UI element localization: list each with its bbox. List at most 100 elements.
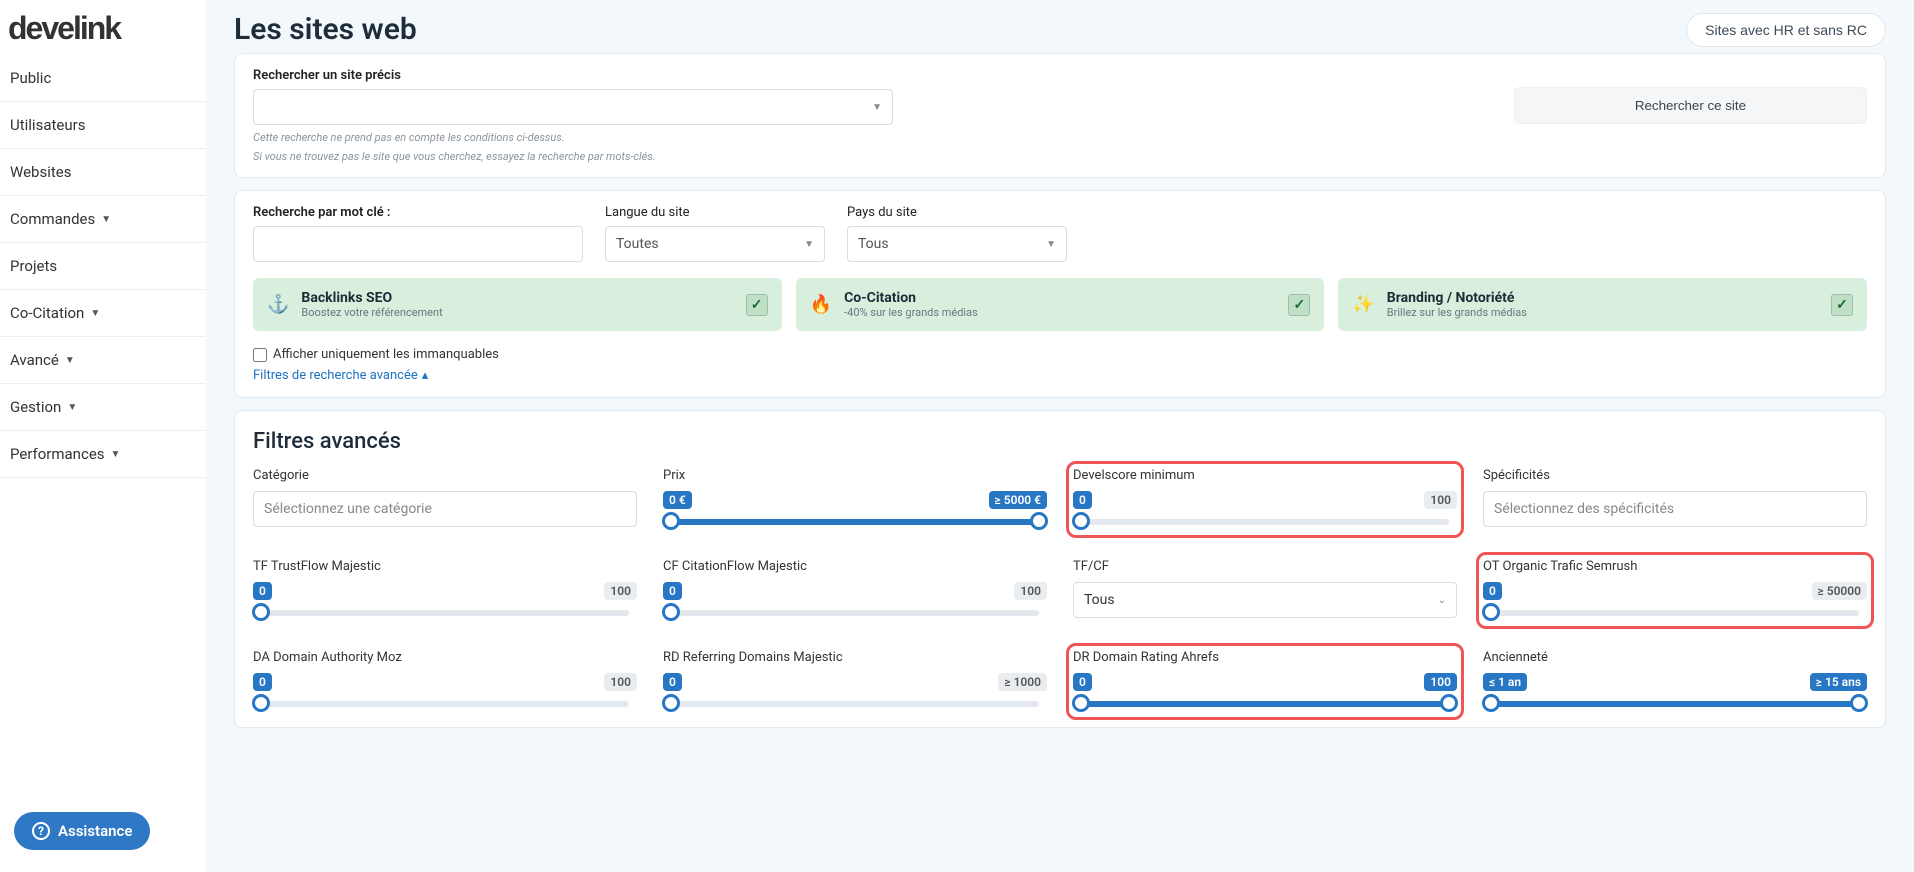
age-slider[interactable] <box>1491 701 1859 707</box>
search-submit-button[interactable]: Rechercher ce site <box>1514 87 1867 124</box>
da-max-badge: 100 <box>604 673 637 691</box>
nav-utilisateurs[interactable]: Utilisateurs <box>0 102 206 149</box>
checkbox-checked-icon[interactable]: ✓ <box>1288 294 1310 316</box>
nav-websites[interactable]: Websites <box>0 149 206 196</box>
keyword-label: Recherche par mot clé : <box>253 205 583 220</box>
nav-label: Co-Citation <box>10 304 84 322</box>
filter-rd: RD Referring Domains Majestic 0 ≥ 1000 <box>663 650 1047 713</box>
filter-ot: OT Organic Trafic Semrush 0 ≥ 50000 <box>1483 559 1867 622</box>
develscore-slider[interactable] <box>1081 519 1449 525</box>
checkbox-checked-icon[interactable]: ✓ <box>746 294 768 316</box>
checkbox-checked-icon[interactable]: ✓ <box>1831 294 1853 316</box>
slider-thumb-max[interactable] <box>1850 694 1868 712</box>
country-select[interactable]: Tous ▼ <box>847 226 1067 262</box>
slider-thumb-min[interactable] <box>1072 694 1090 712</box>
help-icon: ? <box>32 822 50 840</box>
card-branding[interactable]: ✨ Branding / Notoriété Brillez sur les g… <box>1338 278 1867 331</box>
price-max-badge: ≥ 5000 € <box>989 491 1047 509</box>
cf-min-badge: 0 <box>663 582 682 600</box>
develscore-label: Develscore minimum <box>1073 468 1457 483</box>
tf-slider[interactable] <box>261 610 629 616</box>
ot-slider[interactable] <box>1491 610 1859 616</box>
only-unmissable-row[interactable]: Afficher uniquement les immanquables <box>253 347 1867 362</box>
sites-hr-sans-rc-button[interactable]: Sites avec HR et sans RC <box>1686 13 1886 47</box>
da-slider[interactable] <box>261 701 629 707</box>
nav-commandes[interactable]: Commandes▼ <box>0 196 206 243</box>
tf-max-badge: 100 <box>604 582 637 600</box>
category-label: Catégorie <box>253 468 637 483</box>
rd-max-badge: ≥ 1000 <box>998 673 1047 691</box>
slider-thumb[interactable] <box>662 694 680 712</box>
lang-select[interactable]: Toutes ▼ <box>605 226 825 262</box>
specifics-select[interactable]: Sélectionnez des spécificités <box>1483 491 1867 527</box>
filter-tfcf: TF/CF Tous ⌄ <box>1073 559 1457 622</box>
filter-category: Catégorie Sélectionnez une catégorie <box>253 468 637 531</box>
lang-label: Langue du site <box>605 205 825 220</box>
search-label: Rechercher un site précis <box>253 68 1492 83</box>
slider-thumb-min[interactable] <box>662 512 680 530</box>
rd-min-badge: 0 <box>663 673 682 691</box>
cf-slider[interactable] <box>671 610 1039 616</box>
slider-thumb[interactable] <box>252 694 270 712</box>
nav-performances[interactable]: Performances▼ <box>0 431 206 478</box>
search-panel: Rechercher un site précis ▼ Cette recher… <box>234 53 1886 178</box>
category-placeholder: Sélectionnez une catégorie <box>264 501 432 517</box>
lang-value: Toutes <box>616 236 659 252</box>
nav-cocitation[interactable]: Co-Citation▼ <box>0 290 206 337</box>
dr-min-badge: 0 <box>1073 673 1092 691</box>
advanced-filters-toggle[interactable]: Filtres de recherche avancée ▴ <box>253 368 428 383</box>
chevron-up-icon: ▴ <box>422 368 429 383</box>
filter-tf: TF TrustFlow Majestic 0 100 <box>253 559 637 622</box>
rd-label: RD Referring Domains Majestic <box>663 650 1047 665</box>
da-min-badge: 0 <box>253 673 272 691</box>
filter-dr: DR Domain Rating Ahrefs 0 100 <box>1073 650 1457 713</box>
chevron-down-icon: ▼ <box>1046 239 1056 250</box>
logo: develink <box>0 0 206 55</box>
dr-max-badge: 100 <box>1424 673 1457 691</box>
price-slider[interactable] <box>671 519 1039 525</box>
card-backlinks[interactable]: ⚓ Backlinks SEO Boostez votre référencem… <box>253 278 782 331</box>
only-unmissable-checkbox[interactable] <box>253 348 267 362</box>
tfcf-value: Tous <box>1084 592 1115 608</box>
anchor-icon: ⚓ <box>267 294 289 315</box>
card-cocitation[interactable]: 🔥 Co-Citation -40% sur les grands médias… <box>796 278 1325 331</box>
filter-price: Prix 0 € ≥ 5000 € <box>663 468 1047 531</box>
tfcf-select[interactable]: Tous ⌄ <box>1073 582 1457 618</box>
slider-thumb[interactable] <box>1482 603 1500 621</box>
rd-slider[interactable] <box>671 701 1039 707</box>
price-min-badge: 0 € <box>663 491 692 509</box>
develscore-max-badge: 100 <box>1424 491 1457 509</box>
slider-thumb[interactable] <box>1072 512 1090 530</box>
assistance-label: Assistance <box>58 822 132 840</box>
sidebar-nav: Public Utilisateurs Websites Commandes▼ … <box>0 55 206 478</box>
dr-slider[interactable] <box>1081 701 1449 707</box>
category-select[interactable]: Sélectionnez une catégorie <box>253 491 637 527</box>
assistance-button[interactable]: ? Assistance <box>14 812 150 850</box>
slider-thumb[interactable] <box>252 603 270 621</box>
keyword-input[interactable] <box>253 226 583 262</box>
nav-projets[interactable]: Projets <box>0 243 206 290</box>
site-search-select[interactable]: ▼ <box>253 89 893 125</box>
slider-thumb-max[interactable] <box>1440 694 1458 712</box>
advanced-filters-label: Filtres de recherche avancée <box>253 368 418 383</box>
chevron-down-icon: ▼ <box>804 239 814 250</box>
chevron-down-icon: ▼ <box>67 402 77 413</box>
specifics-label: Spécificités <box>1483 468 1867 483</box>
nav-avance[interactable]: Avancé▼ <box>0 337 206 384</box>
age-min-badge: ≤ 1 an <box>1483 673 1527 691</box>
nav-label: Utilisateurs <box>10 116 85 134</box>
nav-public[interactable]: Public <box>0 55 206 102</box>
nav-gestion[interactable]: Gestion▼ <box>0 384 206 431</box>
chevron-down-icon: ▼ <box>111 449 121 460</box>
slider-thumb[interactable] <box>662 603 680 621</box>
advanced-title: Filtres avancés <box>253 429 1867 454</box>
search-hint-2: Si vous ne trouvez pas le site que vous … <box>253 150 1492 163</box>
country-label: Pays du site <box>847 205 1067 220</box>
chevron-down-icon: ⌄ <box>1438 595 1446 606</box>
slider-thumb-max[interactable] <box>1030 512 1048 530</box>
nav-label: Public <box>10 69 51 87</box>
filter-cf: CF CitationFlow Majestic 0 100 <box>663 559 1047 622</box>
ot-label: OT Organic Trafic Semrush <box>1483 559 1867 574</box>
da-label: DA Domain Authority Moz <box>253 650 637 665</box>
slider-thumb-min[interactable] <box>1482 694 1500 712</box>
